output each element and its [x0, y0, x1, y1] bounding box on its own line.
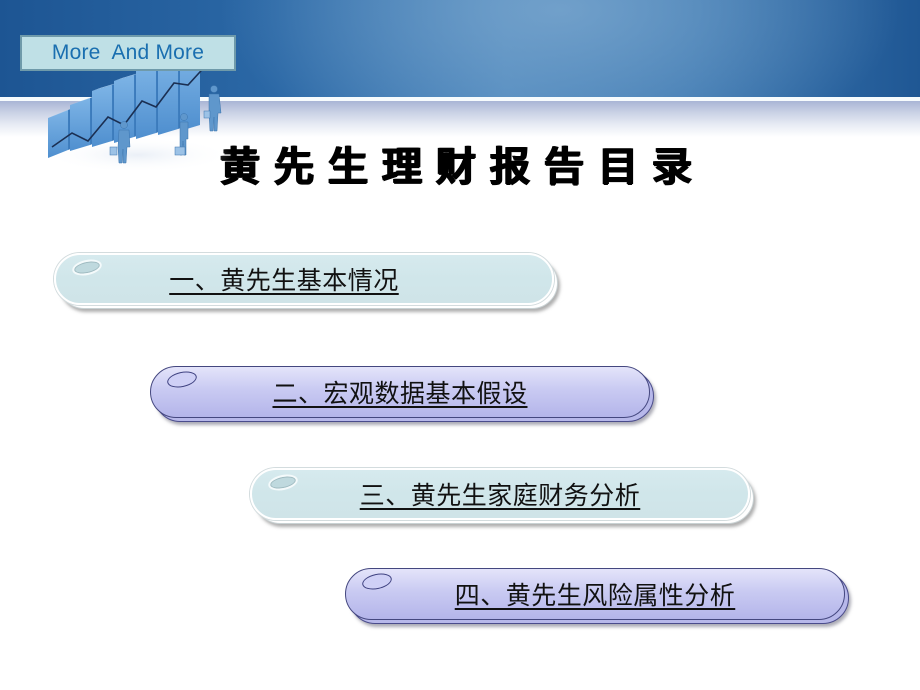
- menu-item-basic-info[interactable]: 一、黄先生基本情况: [54, 253, 558, 309]
- bullet-oval-icon: [70, 257, 104, 278]
- menu-item-label[interactable]: 四、黄先生风险属性分析: [455, 576, 736, 612]
- menu-item-label[interactable]: 三、黄先生家庭财务分析: [360, 476, 641, 512]
- tagline-text: More And More: [51, 41, 205, 64]
- menu-item-label[interactable]: 一、黄先生基本情况: [169, 261, 399, 297]
- bullet-oval-icon: [266, 472, 300, 493]
- menu-item-macro-assumptions[interactable]: 二、宏观数据基本假设: [150, 366, 654, 422]
- pill-body[interactable]: 一、黄先生基本情况: [54, 253, 554, 305]
- bullet-oval-icon: [360, 571, 394, 592]
- menu-item-family-finance[interactable]: 三、黄先生家庭财务分析: [250, 468, 754, 524]
- bullet-oval-icon: [165, 369, 199, 390]
- slide: More And More 黄先生理财报告目录 一、黄先生基本情况 二、宏观数据…: [0, 0, 920, 690]
- pill-body[interactable]: 二、宏观数据基本假设: [150, 366, 650, 418]
- menu-item-risk-profile[interactable]: 四、黄先生风险属性分析: [345, 568, 849, 624]
- business-chart-illustration: [43, 55, 233, 173]
- tagline-box: More And More: [20, 35, 236, 71]
- menu-item-label[interactable]: 二、宏观数据基本假设: [272, 374, 527, 410]
- pill-body[interactable]: 三、黄先生家庭财务分析: [250, 468, 750, 520]
- pill-body[interactable]: 四、黄先生风险属性分析: [345, 568, 845, 620]
